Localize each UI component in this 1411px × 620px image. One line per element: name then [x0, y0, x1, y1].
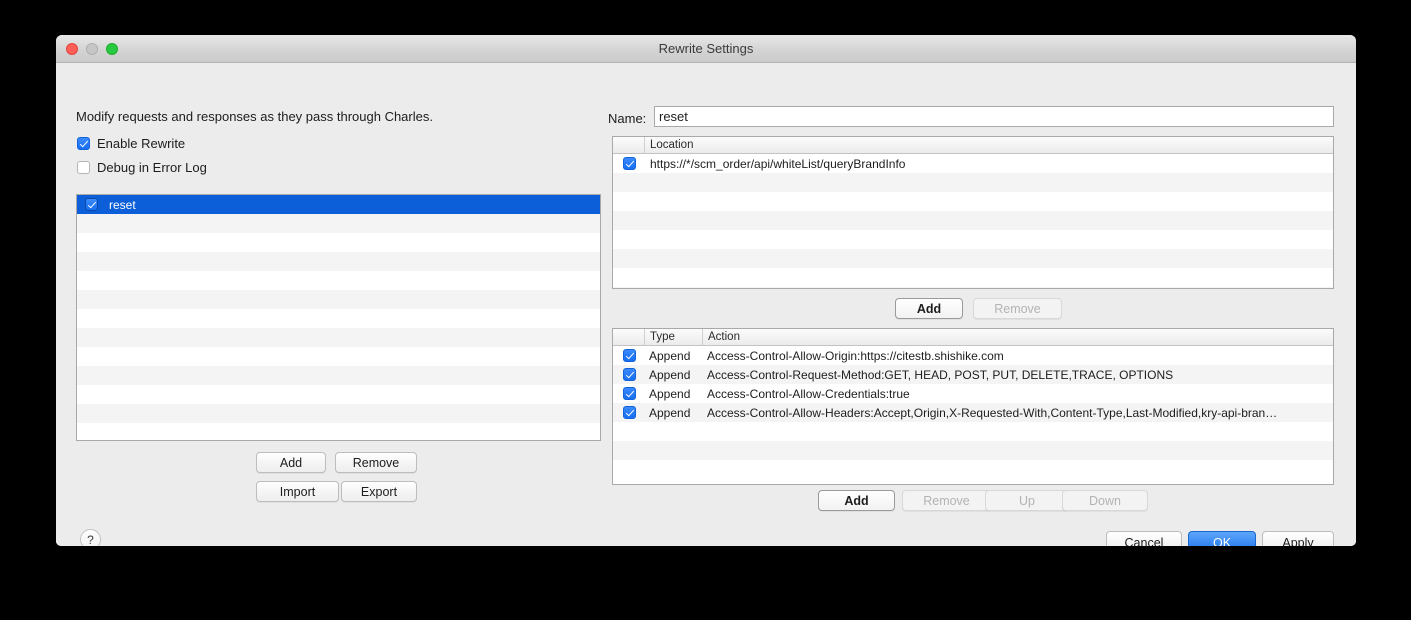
enable-rewrite-label: Enable Rewrite [97, 136, 186, 151]
question-mark-icon: ? [87, 532, 94, 547]
intro-text: Modify requests and responses as they pa… [76, 109, 433, 124]
dialog-body: Modify requests and responses as they pa… [56, 63, 1356, 546]
list-item-empty [77, 271, 600, 290]
table-row-empty [613, 287, 1333, 288]
table-row[interactable]: Append Access-Control-Allow-Origin:https… [613, 346, 1333, 365]
checkbox-glyph [622, 349, 636, 362]
list-item-empty [77, 252, 600, 271]
checkbox-glyph [622, 406, 636, 419]
location-value: https://*/scm_order/api/whiteList/queryB… [650, 156, 906, 171]
rule-remove-button[interactable]: Remove [335, 452, 417, 473]
list-item-empty [77, 233, 600, 252]
location-table[interactable]: Location https://*/scm_order/api/whiteLi… [612, 136, 1334, 289]
action-remove-button: Remove [902, 490, 991, 511]
rule-import-button[interactable]: Import [256, 481, 339, 502]
table-row[interactable]: Append Access-Control-Allow-Credentials:… [613, 384, 1333, 403]
list-item-empty [77, 347, 600, 366]
debug-error-log-label: Debug in Error Log [97, 160, 207, 175]
rule-enabled-checkbox[interactable] [85, 198, 98, 211]
action-enabled-checkbox[interactable] [613, 387, 645, 400]
help-button[interactable]: ? [80, 529, 101, 546]
table-row-empty [613, 192, 1333, 211]
checkbox-glyph [622, 387, 636, 400]
table-row-empty [613, 268, 1333, 287]
location-enabled-checkbox[interactable] [613, 157, 645, 170]
action-type: Append [649, 367, 691, 382]
action-value: Access-Control-Allow-Credentials:true [707, 386, 910, 401]
enable-rewrite-checkbox[interactable] [77, 137, 90, 150]
rewrite-rule-list[interactable]: reset [76, 194, 601, 441]
table-row-empty [613, 422, 1333, 441]
name-input[interactable] [654, 106, 1334, 127]
rule-label: reset [109, 197, 136, 212]
action-type: Append [649, 405, 691, 420]
table-row[interactable]: Append Access-Control-Request-Method:GET… [613, 365, 1333, 384]
list-item-empty [77, 423, 600, 440]
location-remove-button: Remove [973, 298, 1062, 319]
list-item-empty [77, 404, 600, 423]
action-value: Access-Control-Request-Method:GET, HEAD,… [707, 367, 1174, 382]
location-add-button[interactable]: Add [895, 298, 963, 319]
action-enabled-checkbox[interactable] [613, 406, 645, 419]
table-row-empty [613, 249, 1333, 268]
rewrite-settings-window: Rewrite Settings Modify requests and res… [56, 35, 1356, 546]
apply-button[interactable]: Apply [1262, 531, 1334, 546]
action-value: Access-Control-Allow-Origin:https://cite… [707, 348, 1004, 363]
table-row[interactable]: Append Access-Control-Allow-Headers:Acce… [613, 403, 1333, 422]
name-label: Name: [608, 111, 647, 126]
table-row-empty [613, 230, 1333, 249]
checkbox-glyph [622, 157, 636, 170]
list-item-empty [77, 385, 600, 404]
list-item-empty [77, 290, 600, 309]
action-value: Access-Control-Allow-Headers:Accept,Orig… [707, 405, 1278, 420]
location-header-location: Location [650, 138, 694, 151]
window-titlebar[interactable]: Rewrite Settings [56, 35, 1356, 63]
action-enabled-checkbox[interactable] [613, 368, 645, 381]
action-header-type: Type [645, 329, 703, 346]
table-row[interactable]: https://*/scm_order/api/whiteList/queryB… [613, 154, 1333, 173]
checkbox-glyph [622, 368, 636, 381]
action-table[interactable]: Type Action Append Access-Control-Allow-… [612, 328, 1334, 485]
cancel-button[interactable]: Cancel [1106, 531, 1182, 546]
location-header-check [613, 137, 645, 154]
list-item-empty [77, 366, 600, 385]
list-item-empty [77, 328, 600, 347]
rule-add-button[interactable]: Add [256, 452, 326, 473]
action-type: Append [649, 348, 691, 363]
debug-error-log-checkbox[interactable] [77, 161, 90, 174]
list-item-empty [77, 214, 600, 233]
action-table-header: Type Action [613, 329, 1333, 346]
table-row-empty [613, 441, 1333, 460]
list-item-empty [77, 309, 600, 328]
action-add-button[interactable]: Add [818, 490, 895, 511]
table-row-empty [613, 460, 1333, 479]
enable-rewrite-checkbox-row[interactable]: Enable Rewrite [77, 136, 185, 151]
action-down-button: Down [1062, 490, 1148, 511]
list-item[interactable]: reset [77, 195, 600, 214]
rule-export-button[interactable]: Export [341, 481, 417, 502]
action-type: Append [649, 386, 691, 401]
debug-error-log-checkbox-row[interactable]: Debug in Error Log [77, 160, 207, 175]
action-enabled-checkbox[interactable] [613, 349, 645, 362]
table-row-empty [613, 211, 1333, 230]
ok-button[interactable]: OK [1188, 531, 1256, 546]
action-up-button: Up [985, 490, 1069, 511]
location-table-header: Location [613, 137, 1333, 154]
action-header-check [613, 329, 645, 346]
action-header-action: Action [708, 330, 740, 343]
window-title: Rewrite Settings [658, 41, 754, 56]
table-row-empty [613, 173, 1333, 192]
